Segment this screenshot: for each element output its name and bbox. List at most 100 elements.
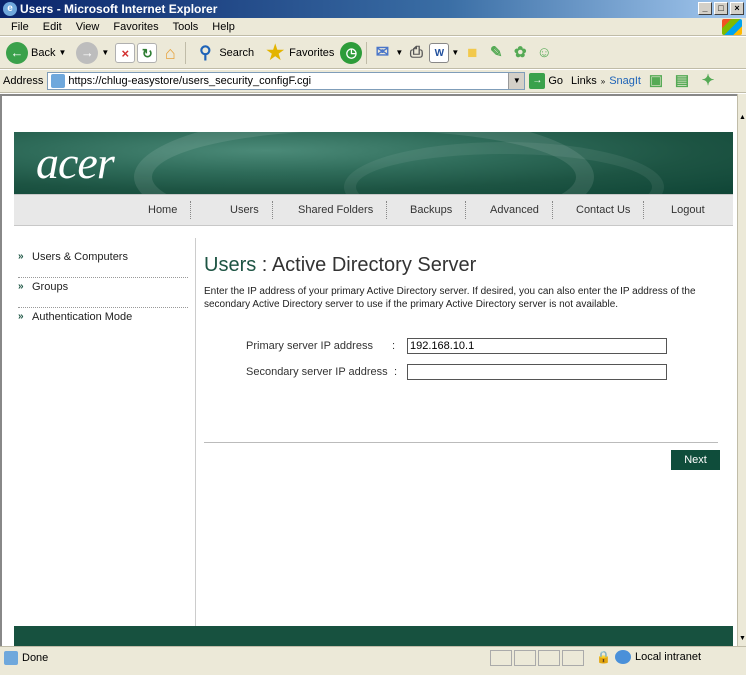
dropdown-arrow-icon[interactable]: ▼ (101, 48, 109, 57)
mail-icon[interactable]: ✉ (371, 42, 393, 64)
extra-toolbar-icon[interactable]: ✦ (697, 70, 719, 92)
page-title-text: Active Directory Server (271, 254, 477, 276)
site-footer (14, 626, 733, 646)
acer-logo: acer (36, 137, 115, 188)
page-title-separator: : (256, 254, 272, 276)
status-bar: Done 🔒 Local intranet (0, 646, 746, 675)
toolbar-separator (366, 41, 368, 64)
home-icon[interactable]: ⌂ (159, 42, 181, 64)
refresh-icon[interactable]: ↻ (137, 42, 158, 63)
ie-icon: e (3, 2, 17, 16)
print-icon[interactable]: ⎙ (405, 42, 427, 64)
snagit-capture-icon[interactable]: ▣ (645, 70, 667, 92)
dropdown-arrow-icon[interactable]: ▼ (451, 48, 459, 57)
sidebar-divider (195, 238, 196, 626)
folder-icon[interactable]: ■ (461, 42, 483, 64)
back-label: Back (31, 46, 56, 59)
research-icon[interactable]: ✎ (485, 42, 507, 64)
dropdown-arrow-icon[interactable]: ▼ (58, 48, 66, 57)
main-content: Users : Active Directory Server Enter th… (204, 254, 724, 380)
links-chevron-icon[interactable]: » (601, 77, 605, 86)
nav-logout[interactable]: Logout (671, 195, 705, 225)
go-button[interactable]: → Go (529, 73, 563, 89)
page-icon (4, 651, 18, 665)
minimize-button[interactable]: _ (698, 2, 712, 15)
snagit-button[interactable]: SnagIt (609, 75, 641, 87)
address-dropdown-icon[interactable]: ▼ (508, 73, 525, 89)
links-button[interactable]: Links (571, 75, 597, 87)
nav-contact-us[interactable]: Contact Us (576, 195, 645, 225)
status-text: Done (22, 652, 49, 664)
address-input[interactable]: https://chlug-easystore/users_security_c… (47, 72, 526, 90)
favorites-label: Favorites (289, 46, 335, 59)
primary-server-label: Primary server IP address (246, 340, 373, 352)
nav-users[interactable]: Users (230, 195, 273, 225)
chevron-right-icon: » (18, 311, 24, 322)
favorites-star-icon: ★ (266, 41, 285, 64)
intranet-icon (614, 650, 631, 664)
sidebar-item-authentication-mode[interactable]: » Authentication Mode (18, 308, 188, 338)
address-label: Address (3, 75, 44, 87)
stop-icon[interactable]: × (115, 42, 136, 63)
toolbar-separator (185, 41, 187, 64)
window-controls: _ □ × (698, 2, 744, 15)
search-label: Search (219, 46, 255, 59)
favorites-button[interactable]: ★ Favorites (260, 40, 338, 66)
forward-arrow-icon: → (76, 41, 99, 64)
back-arrow-icon: ← (6, 41, 28, 64)
status-panes (490, 650, 584, 666)
status-left: Done (4, 651, 48, 665)
form-divider (204, 442, 718, 443)
history-icon[interactable]: ◷ (340, 41, 363, 64)
go-arrow-icon: → (529, 73, 546, 89)
edit-word-icon[interactable]: W (429, 42, 450, 63)
forward-button[interactable]: → ▼ (72, 40, 113, 66)
page-title: Users : Active Directory Server (204, 254, 724, 277)
windows-logo-icon (722, 19, 742, 35)
primary-server-input[interactable] (407, 338, 667, 354)
next-button[interactable]: Next (671, 450, 720, 470)
vertical-scrollbar[interactable]: ▲ ▼ (737, 94, 746, 646)
scroll-down-icon[interactable]: ▼ (738, 635, 746, 642)
nav-backups[interactable]: Backups (410, 195, 467, 225)
menu-file[interactable]: File (4, 21, 36, 33)
back-button[interactable]: ← Back ▼ (2, 40, 70, 66)
people-icon[interactable]: ☺ (533, 42, 555, 64)
menu-favorites[interactable]: Favorites (106, 21, 165, 33)
menu-tools[interactable]: Tools (166, 21, 206, 33)
menu-help[interactable]: Help (205, 21, 242, 33)
sidebar-item-label: Users & Computers (32, 251, 128, 263)
intro-text: Enter the IP address of your primary Act… (204, 286, 696, 310)
scroll-up-icon[interactable]: ▲ (738, 114, 746, 121)
nav-home[interactable]: Home (148, 195, 192, 225)
standard-toolbar: ← Back ▼ → ▼ × ↻ ⌂ ⚲ Search ★ Favorites … (0, 37, 746, 69)
status-pane (538, 650, 560, 666)
nav-shared-folders[interactable]: Shared Folders (298, 195, 388, 225)
address-url[interactable]: https://chlug-easystore/users_security_c… (68, 75, 508, 87)
chevron-right-icon: » (18, 281, 24, 292)
page-title-section: Users (204, 254, 257, 276)
close-button[interactable]: × (730, 2, 744, 15)
search-icon: ⚲ (199, 42, 212, 62)
menu-edit[interactable]: Edit (36, 21, 69, 33)
sidebar-item-groups[interactable]: » Groups (18, 278, 188, 308)
secondary-server-label: Secondary server IP address (246, 366, 388, 378)
zone-label: Local intranet (634, 651, 701, 663)
sidebar-item-users-computers[interactable]: » Users & Computers (18, 248, 188, 278)
primary-server-colon: : (392, 340, 396, 352)
maximize-button[interactable]: □ (714, 2, 728, 15)
messenger-icon[interactable]: ✿ (509, 42, 531, 64)
lock-icon: 🔒 (596, 650, 611, 664)
dropdown-arrow-icon[interactable]: ▼ (395, 48, 403, 57)
secondary-server-input[interactable] (407, 364, 667, 380)
chevron-right-icon: » (18, 251, 24, 262)
menu-view[interactable]: View (69, 21, 107, 33)
snagit-options-icon[interactable]: ▤ (671, 70, 693, 92)
status-pane (490, 650, 512, 666)
nav-advanced[interactable]: Advanced (490, 195, 553, 225)
page-viewport: acer Home Users Shared Folders Backups A… (0, 94, 737, 646)
search-button[interactable]: ⚲ Search (190, 40, 258, 66)
primary-server-row: Primary server IP address : (204, 338, 724, 356)
status-pane (514, 650, 536, 666)
site-banner: acer (14, 132, 733, 194)
